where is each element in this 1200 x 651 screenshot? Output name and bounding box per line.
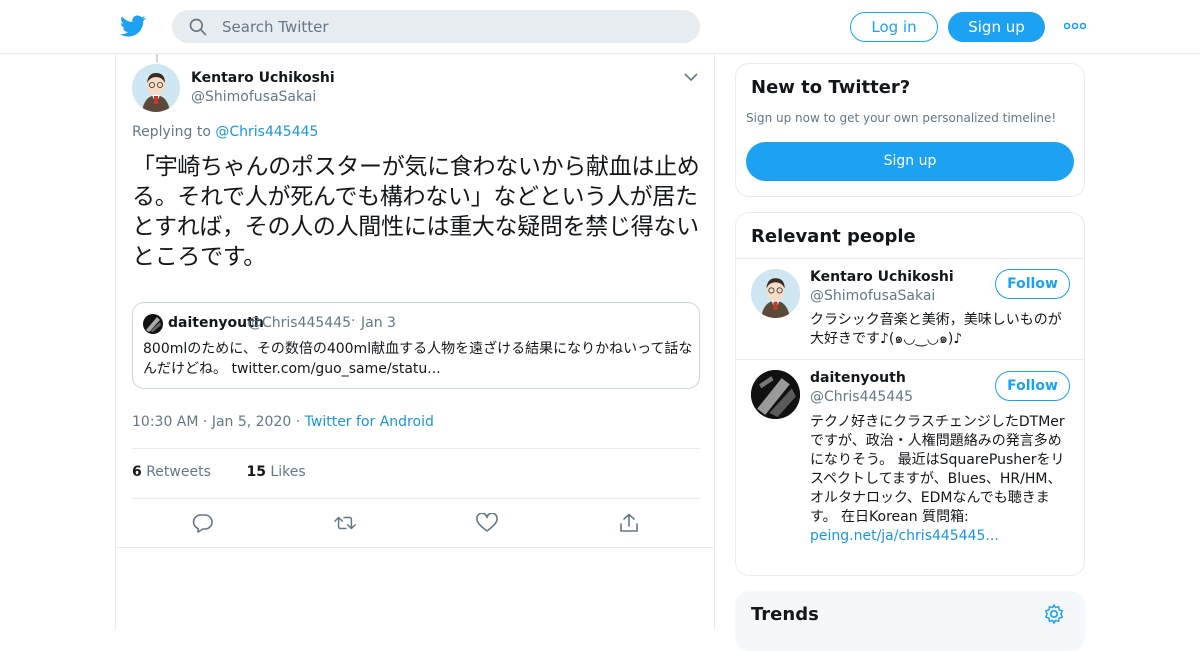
author-name[interactable]: Kentaro Uchikoshi bbox=[191, 70, 335, 86]
quote-avatar-illustration bbox=[143, 314, 163, 334]
replying-to: Replying to @Chris445445 bbox=[132, 124, 318, 140]
quote-date[interactable]: Jan 3 bbox=[361, 315, 396, 331]
new-to-twitter-card: New to Twitter? Sign up now to get your … bbox=[735, 63, 1085, 197]
retweet-icon[interactable] bbox=[334, 513, 356, 533]
person-name[interactable]: Kentaro Uchikoshi bbox=[810, 269, 954, 285]
person-bio-link[interactable]: peing.net/ja/chris445445... bbox=[810, 528, 999, 544]
tweet-text: 「宇崎ちゃんのポスターが気に食わないから献血は止める。それで人が死んでも構わない… bbox=[132, 154, 700, 270]
quote-separator: · bbox=[351, 313, 356, 329]
likes-stat[interactable]: 15 Likes bbox=[246, 464, 305, 480]
divider bbox=[736, 359, 1084, 360]
person-bio: クラシック音楽と美術，美味しいものが大好きです♪(๑◡‿◡๑)♪ bbox=[810, 311, 1072, 349]
like-icon[interactable] bbox=[476, 513, 498, 533]
trends-card: Trends bbox=[735, 591, 1085, 651]
likes-label: Likes bbox=[270, 464, 306, 480]
replying-to-link[interactable]: @Chris445445 bbox=[215, 124, 318, 140]
search-bar[interactable]: Search Twitter bbox=[172, 10, 700, 43]
retweets-label: Retweets bbox=[146, 464, 211, 480]
tweet-column: Kentaro Uchikoshi @ShimofusaSakai Replyi… bbox=[115, 54, 715, 630]
thread-line bbox=[156, 54, 158, 62]
relevant-people-card: Relevant people Kentaro Uchikoshi @Shimo… bbox=[735, 212, 1085, 576]
tweet-meta: 10:30 AM · Jan 5, 2020 · Twitter for And… bbox=[132, 414, 434, 430]
quote-avatar bbox=[143, 314, 163, 334]
person-handle[interactable]: @Chris445445 bbox=[810, 389, 913, 405]
search-icon bbox=[189, 18, 207, 36]
sidebar-signup-button[interactable]: Sign up bbox=[746, 142, 1074, 181]
person-bio: テクノ好きにクラスチェンジしたDTMerですが、政治・人権問題絡みの発言多めにな… bbox=[810, 413, 1072, 546]
quote-text: 800mlのために、その数倍の400ml献血する人物を遠ざける結果になりかねいっ… bbox=[143, 341, 693, 377]
author-avatar-illustration bbox=[132, 64, 180, 112]
retweets-stat[interactable]: 6 Retweets bbox=[132, 464, 211, 480]
relevant-people-title: Relevant people bbox=[751, 226, 916, 247]
retweets-count: 6 bbox=[132, 464, 142, 480]
more-icon[interactable] bbox=[1064, 19, 1086, 33]
search-input[interactable]: Search Twitter bbox=[222, 18, 329, 36]
likes-count: 15 bbox=[246, 464, 266, 480]
share-icon[interactable] bbox=[618, 513, 640, 533]
author-handle[interactable]: @ShimofusaSakai bbox=[191, 89, 316, 105]
meta-separator: · bbox=[202, 414, 212, 430]
trends-title: Trends bbox=[751, 604, 819, 625]
quoted-tweet[interactable]: daitenyouth @Chris445445 · Jan 3 800mlのた… bbox=[132, 302, 700, 389]
new-to-twitter-subtitle: Sign up now to get your own personalized… bbox=[746, 111, 1057, 125]
divider bbox=[132, 498, 700, 499]
avatar[interactable] bbox=[751, 370, 800, 419]
follow-button[interactable]: Follow bbox=[995, 371, 1070, 401]
person-avatar-illustration bbox=[751, 370, 800, 419]
avatar[interactable] bbox=[751, 269, 800, 318]
chevron-down-icon[interactable] bbox=[684, 72, 698, 82]
new-to-twitter-title: New to Twitter? bbox=[751, 77, 911, 98]
twitter-bird-icon[interactable] bbox=[120, 13, 146, 39]
tweet-time: 10:30 AM bbox=[132, 414, 199, 430]
signup-button[interactable]: Sign up bbox=[948, 12, 1045, 42]
top-bar: Search Twitter Log in Sign up bbox=[0, 0, 1200, 54]
avatar[interactable] bbox=[132, 64, 180, 112]
tweet-stats: 6 Retweets 15 Likes bbox=[132, 464, 306, 480]
person-handle[interactable]: @ShimofusaSakai bbox=[810, 288, 935, 304]
quote-author-handle[interactable]: @Chris445445 bbox=[248, 315, 351, 331]
person-name[interactable]: daitenyouth bbox=[810, 370, 906, 386]
divider bbox=[132, 448, 700, 449]
person-avatar-illustration bbox=[751, 269, 800, 318]
person-bio-text: テクノ好きにクラスチェンジしたDTMerですが、政治・人権問題絡みの発言多めにな… bbox=[810, 414, 1065, 525]
reply-icon[interactable] bbox=[192, 513, 214, 533]
divider bbox=[736, 258, 1084, 259]
follow-button[interactable]: Follow bbox=[995, 269, 1070, 299]
login-button[interactable]: Log in bbox=[850, 12, 938, 42]
tweet-source-link[interactable]: Twitter for Android bbox=[305, 414, 434, 430]
divider bbox=[116, 547, 715, 548]
person-bio-text: クラシック音楽と美術，美味しいものが大好きです♪(๑◡‿◡๑)♪ bbox=[810, 312, 1062, 347]
gear-icon[interactable] bbox=[1043, 603, 1065, 625]
tweet-date: Jan 5, 2020 bbox=[211, 414, 292, 430]
replying-prefix: Replying to bbox=[132, 124, 216, 140]
meta-separator: · bbox=[295, 414, 305, 430]
